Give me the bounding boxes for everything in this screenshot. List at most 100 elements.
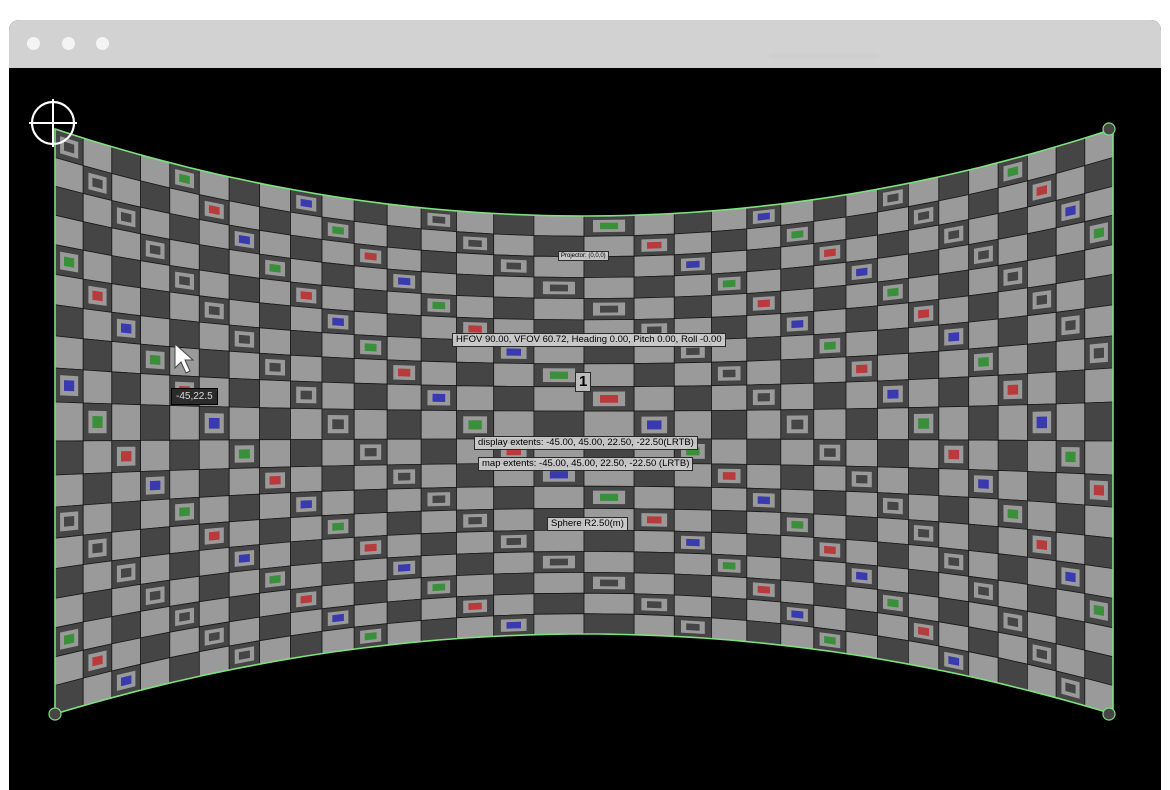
checker-tile (353, 265, 388, 292)
checker-tile (420, 438, 457, 465)
checker-marker (722, 279, 736, 288)
checker-tile (673, 486, 712, 511)
checker-marker (432, 583, 446, 592)
checker-tile (997, 526, 1028, 558)
checker-tile (633, 613, 675, 637)
close-dot-icon[interactable] (27, 37, 40, 50)
checker-tile (533, 214, 585, 237)
checker-marker (686, 260, 700, 269)
checker-tile (845, 490, 878, 519)
checker-tile (968, 291, 999, 323)
checker-marker (918, 528, 930, 538)
checker-tile (746, 336, 782, 362)
checker-tile (82, 502, 113, 536)
checker-tile (55, 304, 84, 340)
checker-tile (968, 523, 999, 555)
checker-tile (420, 463, 457, 489)
checker-tile (780, 557, 815, 584)
checker-tile (780, 534, 815, 561)
checker-tile (1055, 472, 1086, 506)
checker-tile (813, 604, 847, 632)
checker-tile (82, 308, 113, 342)
checker-tile (353, 358, 388, 385)
checker-tile (290, 234, 323, 263)
checker-tile (968, 439, 999, 471)
checker-tile (140, 553, 171, 585)
checker-tile (353, 557, 388, 584)
checker-tile (1027, 341, 1057, 375)
checker-tile (321, 489, 355, 517)
checker-marker (238, 334, 250, 344)
corner-handle-icon[interactable] (1102, 122, 1116, 136)
checker-tile (1084, 534, 1113, 570)
checker-tile (968, 265, 999, 297)
checker-tile (259, 407, 291, 441)
checker-tile (290, 515, 323, 543)
warp-grid-canvas[interactable] (9, 68, 1161, 790)
checker-tile (711, 617, 748, 643)
checker-tile (82, 338, 113, 373)
checker-tile (711, 293, 748, 318)
checker-tile (386, 313, 422, 339)
checker-marker (468, 325, 482, 333)
checker-tile (673, 231, 712, 256)
checker-marker (364, 252, 377, 261)
checker-tile (456, 385, 495, 412)
corner-handle-icon[interactable] (48, 707, 62, 721)
checker-tile (845, 539, 878, 567)
checker-marker (722, 562, 736, 570)
checker-tile (198, 269, 230, 300)
checker-marker (332, 226, 344, 235)
checker-tile (938, 495, 970, 525)
checker-marker (824, 448, 836, 457)
checker-tile (673, 508, 712, 533)
checker-tile (533, 592, 585, 615)
checker-tile (55, 335, 84, 371)
checker-tile (456, 573, 495, 598)
checker-marker (398, 368, 411, 377)
checker-marker (238, 553, 250, 563)
checker-marker (824, 341, 836, 350)
checker-tile (997, 439, 1028, 472)
checker-tile (746, 246, 782, 273)
checker-tile (111, 283, 141, 317)
checker-tile (82, 221, 113, 257)
checker-tile (198, 495, 230, 525)
checker-tile (908, 273, 940, 304)
projection-viewport[interactable]: Projector: (0,0,0) HFOV 90.00, VFOV 60.7… (9, 68, 1161, 790)
checker-tile (997, 343, 1028, 376)
checker-marker (918, 309, 930, 319)
checker-tile (353, 512, 388, 538)
checker-marker (332, 522, 344, 531)
checker-tile (169, 405, 200, 441)
checker-marker (149, 354, 161, 365)
maximize-dot-icon[interactable] (96, 37, 109, 50)
checker-tile (198, 572, 230, 603)
checker-tile (169, 291, 200, 323)
checker-marker (1065, 319, 1076, 331)
corner-handle-icon[interactable] (1102, 707, 1116, 721)
checker-marker (824, 545, 836, 555)
checker-tile (493, 385, 535, 412)
checker-tile (111, 471, 141, 504)
checker-marker (121, 323, 132, 334)
minimize-dot-icon[interactable] (62, 37, 75, 50)
checker-marker (1036, 416, 1047, 429)
checker-tile (673, 552, 712, 577)
map-extents-label: map extents: -45.00, 45.00, 22.50, -22.5… (478, 457, 694, 471)
checker-tile (845, 305, 878, 334)
checker-tile (968, 496, 999, 528)
checker-tile (780, 358, 815, 385)
checker-marker (600, 305, 619, 313)
checker-marker (791, 320, 804, 329)
checker-tile (633, 551, 675, 575)
checker-tile (908, 377, 940, 409)
checker-marker (332, 419, 344, 430)
checker-tile (813, 261, 847, 289)
checker-tile (386, 487, 422, 513)
checker-tile (746, 409, 782, 440)
checker-marker (887, 287, 899, 297)
checker-tile (673, 295, 712, 320)
checker-tile (228, 298, 260, 329)
checker-tile (259, 379, 291, 409)
